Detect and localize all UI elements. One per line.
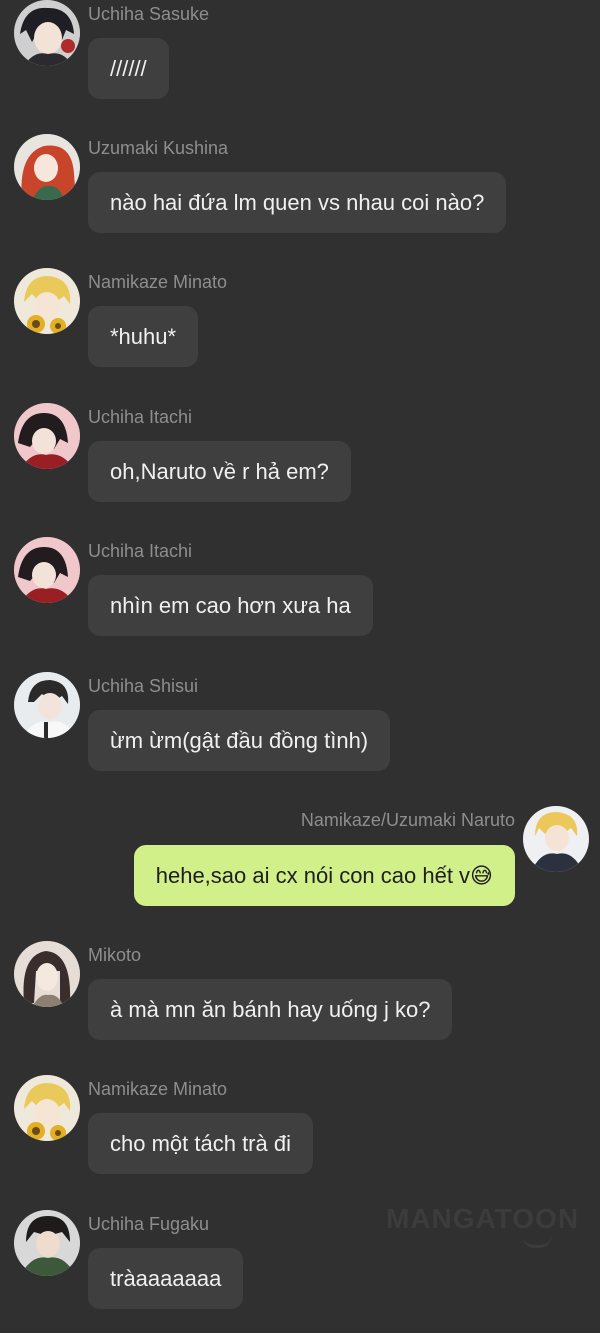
watermark-text: MANGATOON <box>386 1203 580 1234</box>
avatar-itachi-icon[interactable] <box>14 403 80 469</box>
mangatoon-watermark: MANGATOON <box>386 1203 586 1253</box>
message-bubble[interactable]: à mà mn ăn bánh hay uống j ko? <box>88 979 453 1040</box>
sender-name: Namikaze Minato <box>88 272 228 292</box>
message-bubble[interactable]: cho một tách trà đi <box>88 1113 313 1174</box>
watermark-smile-icon <box>522 1235 552 1248</box>
sender-name: Mikoto <box>88 945 142 965</box>
avatar-shisui-icon[interactable] <box>14 672 80 738</box>
sender-name: Uzumaki Kushina <box>88 138 229 158</box>
sender-name: Namikaze/Uzumaki Naruto <box>300 810 515 830</box>
message-bubble-self[interactable]: hehe,sao ai cx nói con cao hết v😅 <box>133 845 515 906</box>
avatar-minato-icon[interactable] <box>14 268 80 334</box>
avatar-naruto-icon[interactable] <box>523 806 589 872</box>
message-bubble[interactable]: nhìn em cao hơn xưa ha <box>88 575 373 636</box>
message-bubble[interactable]: ừm ừm(gật đầu đồng tình) <box>88 710 391 771</box>
avatar-kushina-icon[interactable] <box>14 134 80 200</box>
message-bubble[interactable]: nào hai đứa lm quen vs nhau coi nào? <box>88 172 507 233</box>
message-bubble[interactable]: oh,Naruto về r hả em? <box>88 441 351 502</box>
sender-name: Uchiha Sasuke <box>88 4 210 24</box>
sender-name: Namikaze Minato <box>88 1079 228 1099</box>
sender-name: Uchiha Itachi <box>88 541 193 561</box>
message-bubble[interactable]: *huhu* <box>88 306 199 367</box>
avatar-sasuke-icon[interactable] <box>14 0 80 66</box>
avatar-fugaku-icon[interactable] <box>14 1210 80 1276</box>
sender-name: Uchiha Shisui <box>88 676 199 696</box>
avatar-minato-icon[interactable] <box>14 1075 80 1141</box>
avatar-itachi-icon[interactable] <box>14 537 80 603</box>
sender-name: Uchiha Itachi <box>88 407 193 427</box>
avatar-mikoto-icon[interactable] <box>14 941 80 1007</box>
sender-name: Uchiha Fugaku <box>88 1214 210 1234</box>
message-bubble[interactable]: tràaaaaaaa <box>88 1248 244 1309</box>
message-bubble[interactable]: ////// <box>88 38 169 99</box>
